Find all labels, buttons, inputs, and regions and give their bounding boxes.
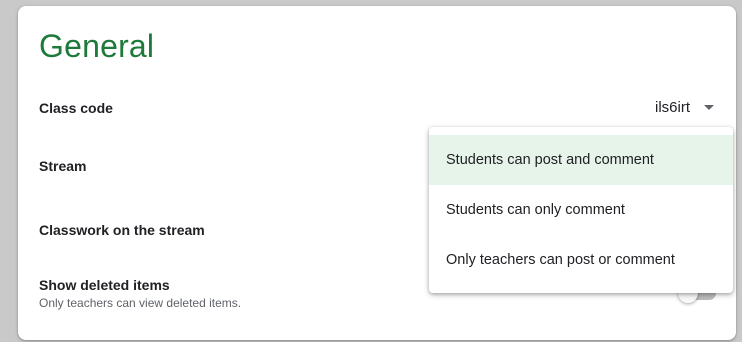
show-deleted-items-label: Show deleted items (39, 277, 170, 293)
menu-item-only-teachers[interactable]: Only teachers can post or comment (429, 235, 733, 285)
stream-options-menu: Students can post and comment Students c… (429, 127, 733, 293)
class-code-label: Class code (39, 100, 113, 116)
class-code-dropdown[interactable]: ils6irt (655, 99, 714, 116)
menu-item-post-and-comment[interactable]: Students can post and comment (429, 135, 733, 185)
menu-item-only-comment[interactable]: Students can only comment (429, 185, 733, 235)
section-title: General (39, 28, 155, 64)
caret-down-icon (704, 105, 714, 110)
class-code-value: ils6irt (654, 99, 690, 116)
classwork-on-stream-label: Classwork on the stream (39, 222, 205, 238)
show-deleted-items-description: Only teachers can view deleted items. (39, 296, 242, 310)
menu-item-label: Students can post and comment (446, 152, 654, 168)
menu-item-label: Students can only comment (446, 202, 625, 218)
menu-item-label: Only teachers can post or comment (446, 252, 675, 268)
stream-label: Stream (39, 158, 87, 174)
